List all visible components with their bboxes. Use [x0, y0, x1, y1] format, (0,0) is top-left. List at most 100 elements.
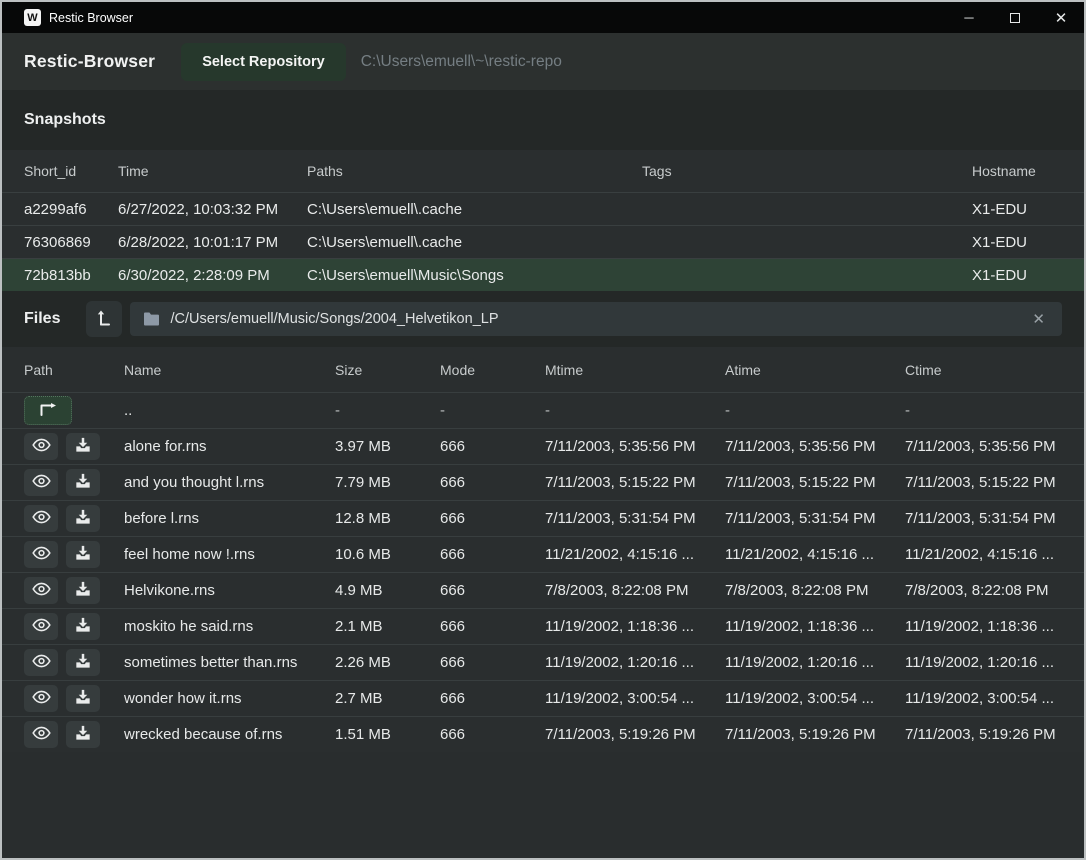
download-icon: [75, 545, 91, 564]
file-mode: 666: [440, 654, 545, 671]
snapshot-short-id: 72b813bb: [24, 267, 118, 284]
download-file-button[interactable]: [66, 505, 100, 532]
files-current-path: /C/Users/emuell/Music/Songs/2004_Helveti…: [170, 311, 1028, 327]
file-size: -: [335, 402, 440, 419]
file-atime: 7/11/2003, 5:31:54 PM: [725, 510, 905, 527]
close-button[interactable]: ✕: [1038, 2, 1084, 33]
snapshot-hostname: X1-EDU: [972, 234, 1084, 251]
file-row: wonder how it.rns 2.7 MB 666 11/19/2002,…: [2, 680, 1084, 716]
preview-file-button[interactable]: [24, 469, 58, 496]
snapshots-section-header: Snapshots: [2, 90, 1084, 150]
file-row: moskito he said.rns 2.1 MB 666 11/19/200…: [2, 608, 1084, 644]
eye-icon: [32, 582, 51, 599]
parent-directory-row: .. - - - - -: [2, 392, 1084, 428]
navigate-up-button[interactable]: [24, 396, 72, 425]
file-name[interactable]: moskito he said.rns: [124, 618, 335, 635]
app-title: Restic-Browser: [24, 51, 155, 72]
file-mtime: 11/19/2002, 3:00:54 ...: [545, 690, 725, 707]
column-header-tags[interactable]: Tags: [642, 163, 972, 179]
download-icon: [75, 725, 91, 744]
minimize-button[interactable]: ─: [946, 2, 992, 33]
column-header-path[interactable]: Path: [24, 362, 124, 378]
files-path-bar[interactable]: /C/Users/emuell/Music/Songs/2004_Helveti…: [130, 302, 1062, 336]
file-name[interactable]: Helvikone.rns: [124, 582, 335, 599]
file-mtime: 7/11/2003, 5:31:54 PM: [545, 510, 725, 527]
file-size: 10.6 MB: [335, 546, 440, 563]
download-file-button[interactable]: [66, 649, 100, 676]
file-ctime: 11/19/2002, 1:18:36 ...: [905, 618, 1084, 635]
column-header-name[interactable]: Name: [124, 362, 335, 378]
file-mode: 666: [440, 690, 545, 707]
preview-file-button[interactable]: [24, 685, 58, 712]
snapshot-time: 6/28/2022, 10:01:17 PM: [118, 234, 307, 251]
file-mode: 666: [440, 726, 545, 743]
go-to-root-button[interactable]: [86, 301, 122, 337]
file-size: 3.97 MB: [335, 438, 440, 455]
column-header-hostname[interactable]: Hostname: [972, 163, 1084, 179]
preview-file-button[interactable]: [24, 613, 58, 640]
file-row: alone for.rns 3.97 MB 666 7/11/2003, 5:3…: [2, 428, 1084, 464]
select-repository-button[interactable]: Select Repository: [181, 43, 346, 81]
eye-icon: [32, 654, 51, 671]
column-header-short-id[interactable]: Short_id: [24, 163, 118, 179]
column-header-size[interactable]: Size: [335, 362, 440, 378]
download-file-button[interactable]: [66, 721, 100, 748]
file-ctime: 11/19/2002, 3:00:54 ...: [905, 690, 1084, 707]
file-name[interactable]: and you thought l.rns: [124, 474, 335, 491]
column-header-ctime[interactable]: Ctime: [905, 362, 1084, 378]
snapshot-row[interactable]: a2299af6 6/27/2022, 10:03:32 PM C:\Users…: [2, 192, 1084, 225]
download-icon: [75, 689, 91, 708]
file-name[interactable]: ..: [124, 402, 335, 419]
file-mode: 666: [440, 510, 545, 527]
eye-icon: [32, 618, 51, 635]
file-mode: 666: [440, 546, 545, 563]
snapshot-time: 6/27/2022, 10:03:32 PM: [118, 201, 307, 218]
column-header-atime[interactable]: Atime: [725, 362, 905, 378]
column-header-paths[interactable]: Paths: [307, 163, 642, 179]
preview-file-button[interactable]: [24, 577, 58, 604]
snapshot-time: 6/30/2022, 2:28:09 PM: [118, 267, 307, 284]
snapshot-hostname: X1-EDU: [972, 267, 1084, 284]
preview-file-button[interactable]: [24, 721, 58, 748]
file-name[interactable]: wonder how it.rns: [124, 690, 335, 707]
file-row: before l.rns 12.8 MB 666 7/11/2003, 5:31…: [2, 500, 1084, 536]
preview-file-button[interactable]: [24, 505, 58, 532]
column-header-time[interactable]: Time: [118, 163, 307, 179]
file-mtime: 7/11/2003, 5:19:26 PM: [545, 726, 725, 743]
preview-file-button[interactable]: [24, 541, 58, 568]
download-file-button[interactable]: [66, 613, 100, 640]
snapshot-row[interactable]: 72b813bb 6/30/2022, 2:28:09 PM C:\Users\…: [2, 258, 1084, 291]
file-ctime: 11/21/2002, 4:15:16 ...: [905, 546, 1084, 563]
maximize-button[interactable]: [992, 2, 1038, 33]
download-file-button[interactable]: [66, 685, 100, 712]
download-file-button[interactable]: [66, 577, 100, 604]
snapshot-hostname: X1-EDU: [972, 201, 1084, 218]
file-name[interactable]: sometimes better than.rns: [124, 654, 335, 671]
file-mode: 666: [440, 618, 545, 635]
file-row: and you thought l.rns 7.79 MB 666 7/11/2…: [2, 464, 1084, 500]
preview-file-button[interactable]: [24, 649, 58, 676]
snapshot-short-id: 76306869: [24, 234, 118, 251]
snapshot-row[interactable]: 76306869 6/28/2022, 10:01:17 PM C:\Users…: [2, 225, 1084, 258]
file-size: 2.7 MB: [335, 690, 440, 707]
repository-path-field[interactable]: C:\Users\emuell\~\restic-repo: [361, 53, 562, 71]
file-name[interactable]: feel home now !.rns: [124, 546, 335, 563]
level-up-icon: [96, 309, 112, 330]
download-file-button[interactable]: [66, 469, 100, 496]
preview-file-button[interactable]: [24, 433, 58, 460]
column-header-mtime[interactable]: Mtime: [545, 362, 725, 378]
column-header-mode[interactable]: Mode: [440, 362, 545, 378]
file-row: feel home now !.rns 10.6 MB 666 11/21/20…: [2, 536, 1084, 572]
file-mtime: 11/19/2002, 1:18:36 ...: [545, 618, 725, 635]
file-size: 2.26 MB: [335, 654, 440, 671]
file-mode: 666: [440, 582, 545, 599]
file-name[interactable]: alone for.rns: [124, 438, 335, 455]
app-window: W Restic Browser ─ ✕ Restic-Browser Sele…: [0, 0, 1086, 860]
file-name[interactable]: wrecked because of.rns: [124, 726, 335, 743]
clear-path-icon[interactable]: ✕: [1028, 308, 1049, 330]
download-file-button[interactable]: [66, 541, 100, 568]
download-icon: [75, 437, 91, 456]
download-file-button[interactable]: [66, 433, 100, 460]
file-name[interactable]: before l.rns: [124, 510, 335, 527]
file-ctime: -: [905, 402, 1084, 419]
